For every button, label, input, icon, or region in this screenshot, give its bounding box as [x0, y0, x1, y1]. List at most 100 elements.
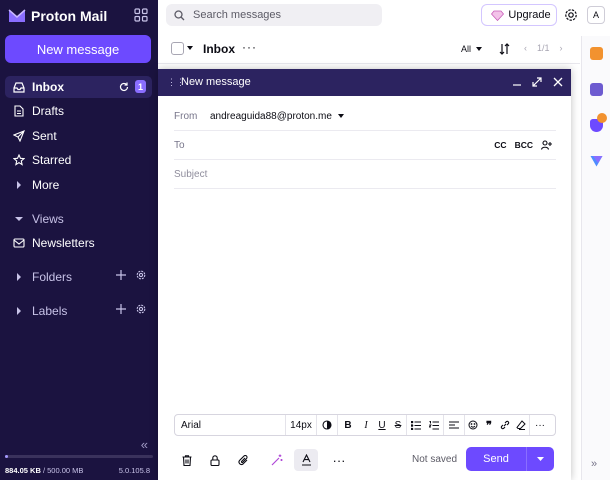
send-options-chevron-down-icon[interactable] [526, 447, 553, 471]
paper-plane-icon [13, 130, 25, 142]
contacts-app-icon[interactable] [590, 47, 603, 60]
add-label-plus-icon[interactable] [116, 304, 126, 314]
sidebar-item-newsletters[interactable]: Newsletters [5, 232, 152, 254]
mail-list-toolbar: Inbox ··· All ‹ 1/1 › [158, 36, 580, 64]
message-body-editor[interactable] [174, 194, 556, 409]
composer-header[interactable]: ⋮⋮ New message [158, 69, 571, 96]
to-label: To [174, 139, 185, 151]
chevron-down-icon [476, 47, 483, 51]
trash-icon[interactable] [176, 449, 198, 471]
more-formatting-icon[interactable]: ··· [530, 415, 550, 435]
pagination: ‹ 1/1 › [524, 43, 563, 53]
app-version[interactable]: 5.0.105.8 [119, 466, 150, 475]
send-button[interactable]: Send [466, 447, 554, 471]
subject-field[interactable]: Subject [174, 160, 556, 189]
apps-grid-icon[interactable] [134, 8, 150, 24]
clear-formatting-icon[interactable] [513, 415, 529, 435]
more-options-icon[interactable]: ··· [328, 449, 350, 471]
inbox-unread-badge: 1 [135, 80, 146, 93]
sidebar-section-folders[interactable]: Folders [5, 266, 152, 288]
more-options-icon[interactable]: ··· [242, 40, 257, 54]
sidebar-item-label: Starred [32, 153, 72, 167]
calendar-app-icon[interactable] [590, 83, 603, 96]
from-address: andreaguida88@proton.me [210, 110, 332, 122]
caret-right-icon [13, 305, 25, 317]
search-input[interactable] [193, 9, 363, 21]
search-icon [174, 9, 185, 21]
font-size-value: 14px [290, 419, 312, 431]
labels-settings-gear-icon[interactable] [136, 304, 146, 314]
previous-page-chevron-icon[interactable]: ‹ [524, 43, 527, 53]
from-field[interactable]: From andreaguida88@proton.me [174, 102, 556, 131]
text-color-icon[interactable] [294, 449, 318, 471]
composer-window: ⋮⋮ New message From andreaguida88@proton… [158, 69, 571, 480]
next-page-chevron-icon[interactable]: › [560, 43, 563, 53]
refresh-icon[interactable] [119, 82, 129, 92]
composer-footer: ··· Not saved Send [174, 447, 556, 473]
proton-pass-shield-icon[interactable] [590, 113, 607, 132]
proton-mail-logo-icon [8, 9, 26, 23]
expand-icon[interactable] [530, 75, 544, 89]
add-folder-plus-icon[interactable] [116, 270, 126, 280]
storage-total: 500.00 MB [47, 466, 84, 475]
bold-icon[interactable]: B [338, 415, 358, 435]
sidebar-item-more[interactable]: More [5, 174, 152, 196]
italic-icon[interactable]: I [358, 415, 374, 435]
collapse-sidebar-icon[interactable]: « [141, 437, 148, 452]
numbered-list-icon[interactable] [425, 415, 443, 435]
subject-input[interactable]: Subject [174, 169, 207, 180]
sidebar-section-label: Folders [32, 270, 73, 284]
sidebar-item-drafts[interactable]: Drafts [5, 100, 152, 122]
folders-settings-gear-icon[interactable] [136, 270, 146, 280]
font-size-select[interactable]: 14px [286, 415, 316, 435]
storage-usage[interactable]: 884.05 KB / 500.00 MB [5, 466, 83, 475]
from-address-select[interactable]: andreaguida88@proton.me [210, 111, 344, 122]
align-left-icon[interactable] [444, 415, 464, 435]
sort-icon[interactable] [499, 43, 510, 55]
mail-icon [13, 237, 25, 249]
expand-rail-icon[interactable]: » [591, 458, 597, 470]
minimize-icon[interactable] [510, 75, 524, 89]
link-icon[interactable] [497, 415, 513, 435]
select-all-checkbox[interactable] [171, 42, 184, 55]
sidebar-section-label: Labels [32, 304, 68, 318]
composer-title: New message [181, 76, 251, 88]
to-field[interactable]: To CC BCC [174, 131, 556, 160]
upgrade-button[interactable]: Upgrade [481, 4, 557, 26]
sidebar-item-sent[interactable]: Sent [5, 125, 152, 147]
proton-vpn-icon[interactable] [590, 155, 603, 168]
sidebar-section-views[interactable]: Views [5, 208, 152, 230]
strikethrough-icon[interactable]: S [390, 415, 406, 435]
add-contact-icon[interactable] [541, 140, 552, 150]
inbox-icon [13, 81, 25, 93]
logo[interactable]: Proton Mail [8, 6, 150, 26]
magic-wand-icon[interactable] [266, 449, 288, 471]
right-app-rail: » [581, 36, 610, 480]
emoji-icon[interactable] [465, 415, 481, 435]
contrast-color-icon[interactable] [317, 415, 337, 435]
lock-icon[interactable] [204, 449, 226, 471]
sidebar-item-inbox[interactable]: Inbox 1 [5, 76, 152, 98]
user-avatar[interactable]: A [587, 6, 605, 24]
filter-label: All [461, 44, 472, 54]
close-icon[interactable] [551, 75, 565, 89]
search-bar[interactable] [166, 4, 382, 26]
send-label: Send [483, 453, 509, 465]
sidebar-item-label: Sent [32, 129, 57, 143]
cc-button[interactable]: CC [494, 140, 506, 150]
sidebar-item-starred[interactable]: Starred [5, 149, 152, 171]
formatting-toolbar: Arial 14px B I U S ❞ ··· [174, 414, 556, 436]
settings-gear-icon[interactable] [564, 8, 578, 22]
document-icon [13, 105, 25, 117]
bulleted-list-icon[interactable] [407, 415, 425, 435]
sidebar-section-labels[interactable]: Labels [5, 300, 152, 322]
caret-right-icon [13, 271, 25, 283]
select-options-caret-icon[interactable] [187, 46, 193, 50]
new-message-button[interactable]: New message [5, 35, 151, 63]
font-family-select[interactable]: Arial [175, 415, 285, 435]
filter-dropdown[interactable]: All [461, 44, 483, 54]
quote-icon[interactable]: ❞ [481, 415, 497, 435]
underline-icon[interactable]: U [374, 415, 390, 435]
bcc-button[interactable]: BCC [515, 140, 533, 150]
paperclip-icon[interactable] [232, 449, 254, 471]
